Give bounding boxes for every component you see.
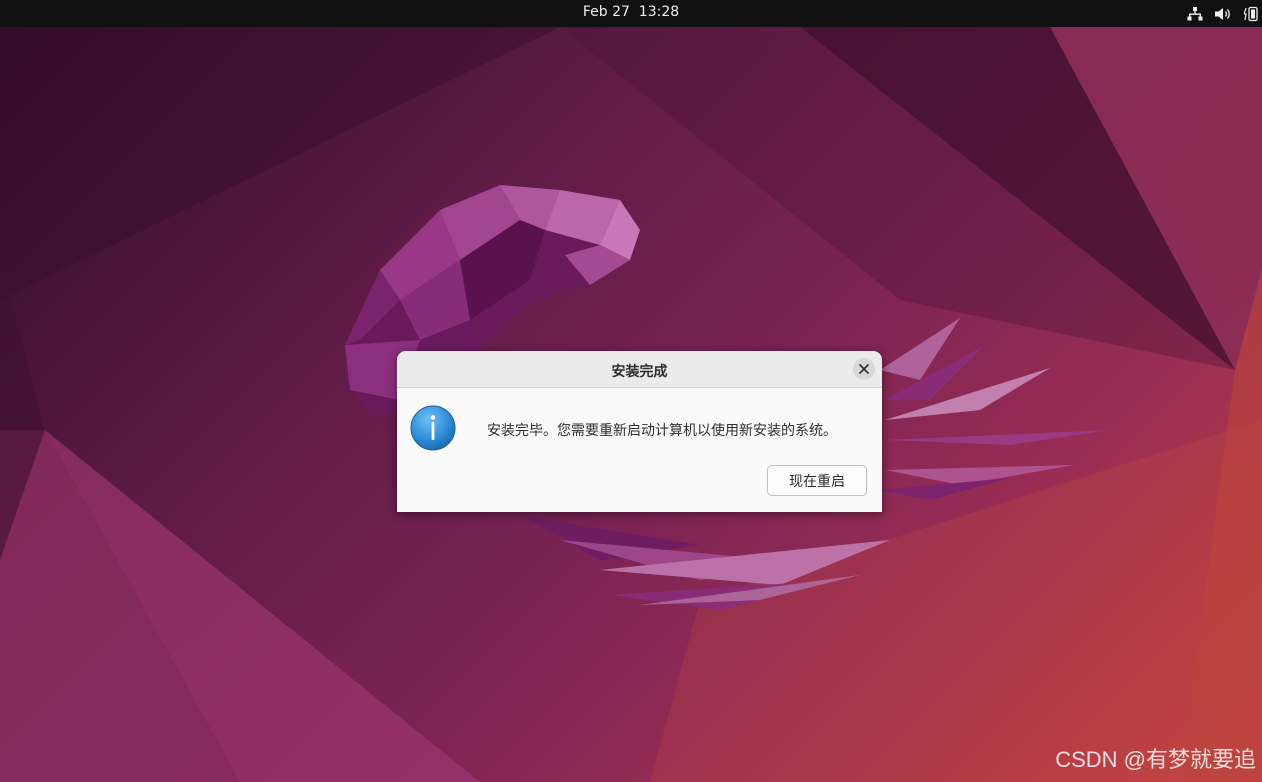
install-complete-dialog: 安装完成 安装完毕。您需要重新启动计算机以使用新安装的系统。 现在重启 — [397, 351, 882, 512]
volume-icon[interactable] — [1215, 7, 1232, 21]
close-button[interactable] — [853, 358, 875, 380]
info-icon — [410, 405, 456, 451]
watermark: CSDN @有梦就要追 — [1055, 747, 1256, 772]
network-icon[interactable] — [1187, 6, 1203, 21]
dialog-title: 安装完成 — [611, 364, 668, 380]
battery-icon[interactable] — [1244, 6, 1258, 22]
clock[interactable]: Feb 27 13:28 — [0, 4, 1262, 20]
system-tray[interactable] — [1187, 4, 1258, 23]
close-icon — [859, 364, 869, 374]
dialog-header: 安装完成 — [397, 351, 882, 388]
top-bar: Feb 27 13:28 — [0, 0, 1262, 27]
dialog-message: 安装完毕。您需要重新启动计算机以使用新安装的系统。 — [487, 423, 837, 439]
restart-now-button[interactable]: 现在重启 — [767, 465, 867, 496]
desktop: Feb 27 13:28 安装完成 安装完毕。您需要重新启动计算机以使用新安装的… — [0, 0, 1262, 782]
